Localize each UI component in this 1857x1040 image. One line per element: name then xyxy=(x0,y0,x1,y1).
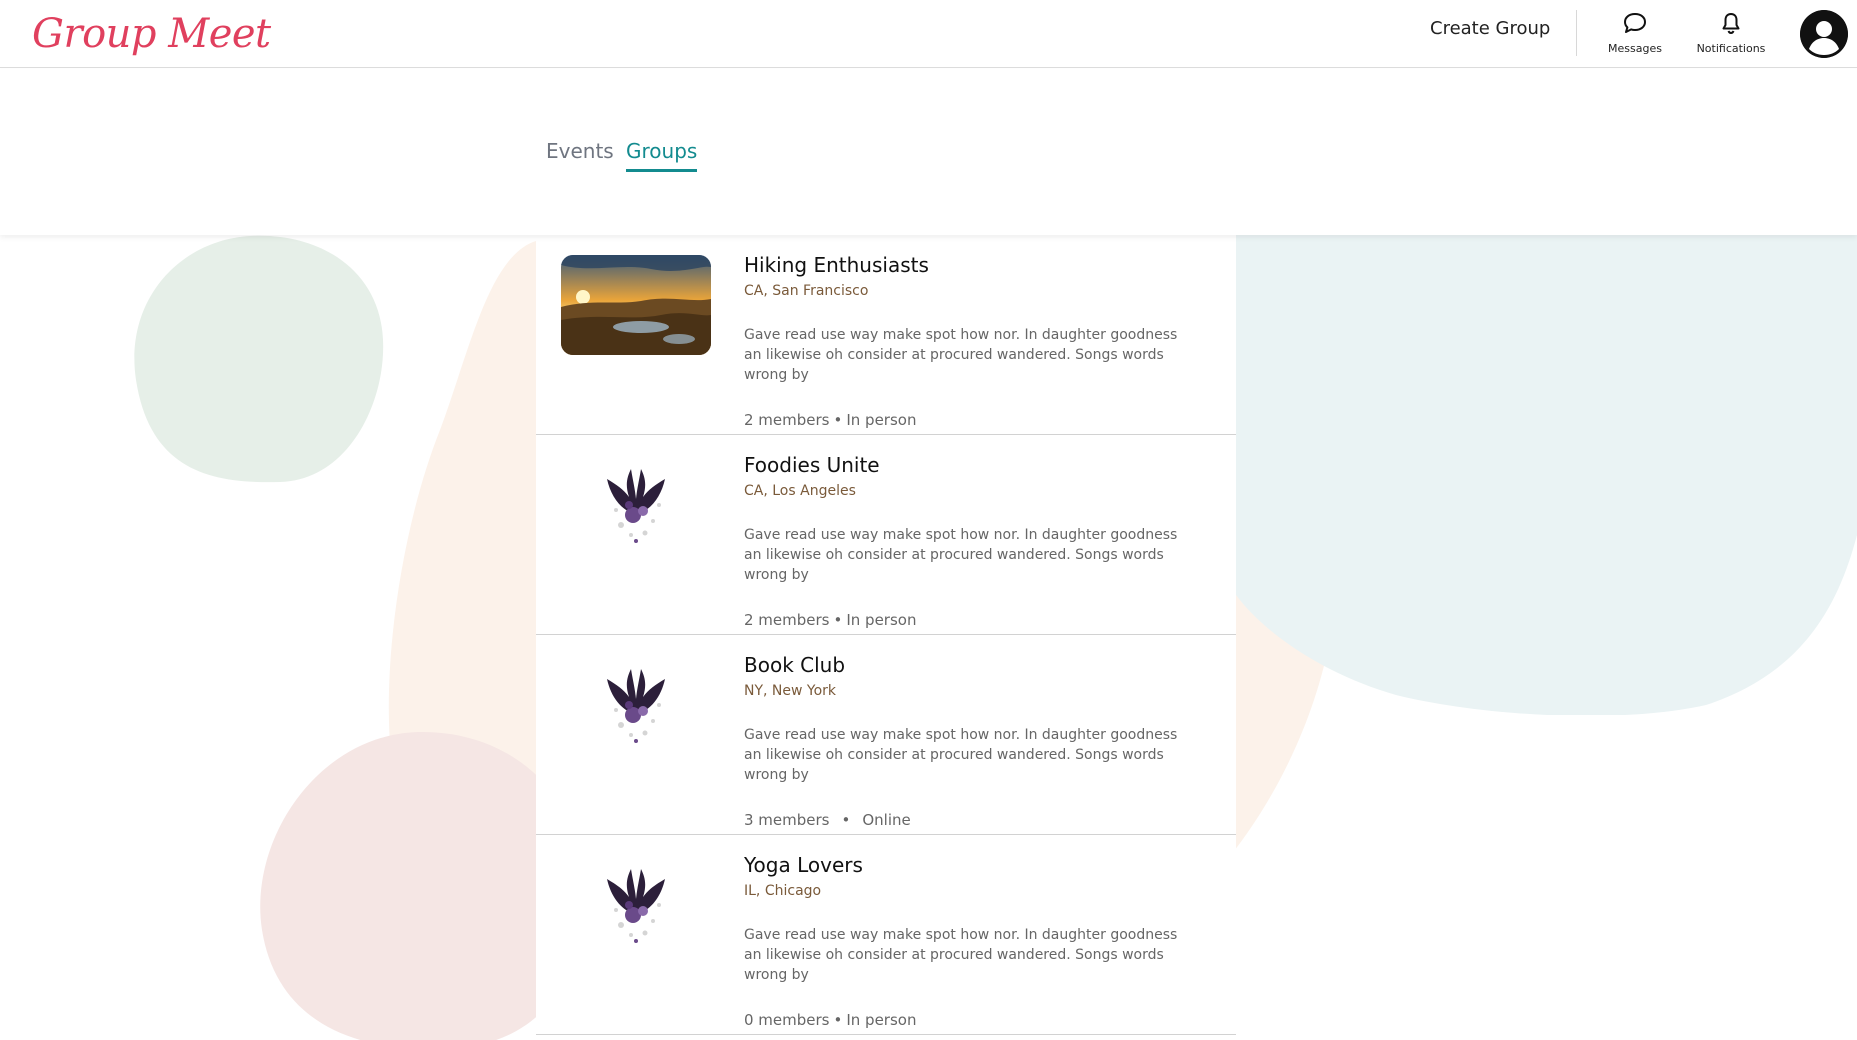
group-image-emblem xyxy=(561,655,711,755)
group-card-body: Hiking Enthusiasts CA, San Francisco Gav… xyxy=(744,253,1204,429)
user-avatar[interactable] xyxy=(1800,10,1848,58)
bell-icon xyxy=(1719,11,1743,39)
tab-groups[interactable]: Groups xyxy=(626,139,698,172)
notifications-label: Notifications xyxy=(1696,42,1766,55)
create-group-link[interactable]: Create Group xyxy=(1430,18,1550,39)
notifications-button[interactable]: Notifications xyxy=(1691,11,1771,55)
meeting-mode: In person xyxy=(846,411,917,429)
meeting-mode: In person xyxy=(846,1011,917,1029)
meta-separator-dot: • xyxy=(833,411,843,429)
group-image-emblem xyxy=(561,455,711,555)
header-divider xyxy=(1576,10,1577,56)
groups-list: Hiking Enthusiasts CA, San Francisco Gav… xyxy=(536,235,1236,1035)
group-name[interactable]: Book Club xyxy=(744,653,1204,677)
meta-separator-dot: • xyxy=(841,811,851,829)
group-meta: 2 members • In person xyxy=(744,411,1204,429)
logo-text: Group Meet xyxy=(32,11,271,57)
group-card-body: Yoga Lovers IL, Chicago Gave read use wa… xyxy=(744,853,1204,1029)
page: Group Meet Create Group Messages Notific… xyxy=(0,0,1857,1040)
top-navigation-bar: Group Meet Create Group Messages Notific… xyxy=(0,0,1857,68)
group-card-body: Book Club NY, New York Gave read use way… xyxy=(744,653,1204,829)
member-count: 2 members xyxy=(744,411,830,429)
meta-separator-dot: • xyxy=(833,1011,843,1029)
group-card[interactable]: Foodies Unite CA, Los Angeles Gave read … xyxy=(536,435,1236,635)
member-count: 3 members xyxy=(744,811,830,829)
meta-separator-dot: • xyxy=(833,611,843,629)
messages-label: Messages xyxy=(1608,42,1662,55)
group-meta: 2 members • In person xyxy=(744,611,1204,629)
group-card[interactable]: Yoga Lovers IL, Chicago Gave read use wa… xyxy=(536,835,1236,1035)
group-location: IL, Chicago xyxy=(744,883,822,899)
group-meta: 3 members • Online xyxy=(744,811,1204,829)
member-count: 0 members xyxy=(744,1011,830,1029)
group-image-emblem xyxy=(561,855,711,955)
logo[interactable]: Group Meet xyxy=(32,2,271,66)
meeting-mode: Online xyxy=(862,811,911,829)
group-card-body: Foodies Unite CA, Los Angeles Gave read … xyxy=(744,453,1204,629)
blue-blob xyxy=(1236,235,1857,715)
group-name[interactable]: Foodies Unite xyxy=(744,453,1204,477)
group-location: NY, New York xyxy=(744,683,837,699)
group-name[interactable]: Yoga Lovers xyxy=(744,853,1204,877)
tabs-bar: Events Groups xyxy=(0,69,1857,235)
group-description: Gave read use way make spot how nor. In … xyxy=(744,727,1178,783)
group-name[interactable]: Hiking Enthusiasts xyxy=(744,253,1204,277)
group-card[interactable]: Hiking Enthusiasts CA, San Francisco Gav… xyxy=(536,235,1236,435)
member-count: 2 members xyxy=(744,611,830,629)
messages-button[interactable]: Messages xyxy=(1600,11,1670,55)
meeting-mode: In person xyxy=(846,611,917,629)
group-description: Gave read use way make spot how nor. In … xyxy=(744,527,1178,583)
user-icon xyxy=(1800,10,1848,58)
group-description: Gave read use way make spot how nor. In … xyxy=(744,927,1178,983)
green-blob xyxy=(134,235,384,483)
group-meta: 0 members • In person xyxy=(744,1011,1204,1029)
group-location: CA, Los Angeles xyxy=(744,483,856,499)
chat-bubble-icon xyxy=(1622,11,1648,39)
group-image-sunset xyxy=(561,255,711,355)
group-location: CA, San Francisco xyxy=(744,283,869,299)
tab-events[interactable]: Events xyxy=(546,139,614,169)
group-card[interactable]: Book Club NY, New York Gave read use way… xyxy=(536,635,1236,835)
group-description: Gave read use way make spot how nor. In … xyxy=(744,327,1178,383)
